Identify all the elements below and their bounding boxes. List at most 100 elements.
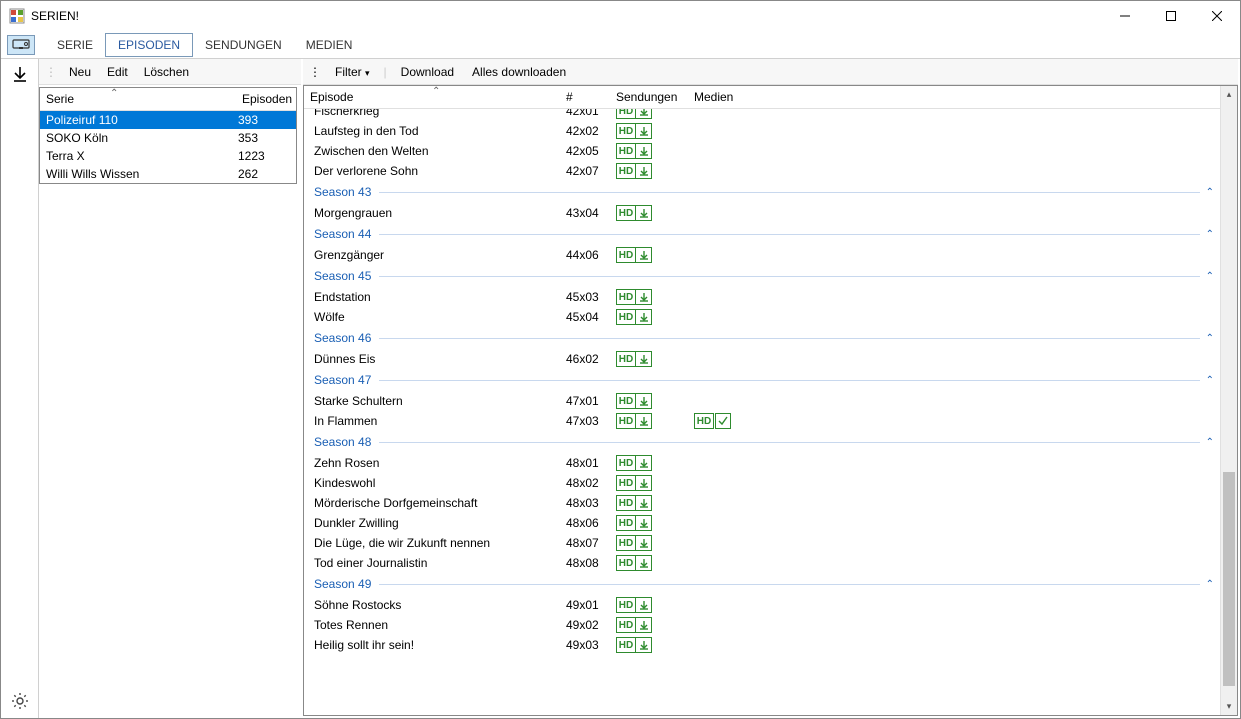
episode-row[interactable]: Der verlorene Sohn42x07HD (304, 161, 1220, 181)
scroll-up-button[interactable]: ▴ (1221, 86, 1237, 103)
season-header[interactable]: Season 47⌃ (304, 369, 1220, 391)
episode-row[interactable]: Dünnes Eis46x02HD (304, 349, 1220, 369)
episode-row[interactable]: Fischerkrieg42x01HD (304, 109, 1220, 121)
download-icon[interactable] (636, 309, 652, 325)
download-all-button[interactable]: Alles downloaden (468, 63, 570, 81)
scroll-thumb[interactable] (1223, 472, 1235, 686)
download-icon[interactable] (636, 393, 652, 409)
hd-badge: HD (616, 109, 636, 119)
download-icon[interactable] (636, 515, 652, 531)
loeschen-button[interactable]: Löschen (140, 63, 193, 81)
col-sendungen[interactable]: Sendungen (610, 86, 688, 108)
download-icon[interactable] (636, 597, 652, 613)
download-icon[interactable] (636, 413, 652, 429)
season-header[interactable]: Season 45⌃ (304, 265, 1220, 287)
episode-row[interactable]: Zwischen den Welten42x05HD (304, 141, 1220, 161)
hd-badge: HD (616, 393, 636, 409)
tab-serie[interactable]: SERIE (45, 34, 105, 56)
episode-row[interactable]: Heilig sollt ihr sein!49x03HD (304, 635, 1220, 655)
download-icon[interactable] (636, 163, 652, 179)
download-icon[interactable] (11, 65, 29, 83)
tab-episoden[interactable]: EPISODEN (105, 33, 193, 57)
episode-row[interactable]: Starke Schultern47x01HD (304, 391, 1220, 411)
episode-row[interactable]: Dunkler Zwilling48x06HD (304, 513, 1220, 533)
season-header[interactable]: Season 46⌃ (304, 327, 1220, 349)
download-icon[interactable] (636, 247, 652, 263)
filter-button[interactable]: Filter ▾ (331, 63, 374, 81)
neu-button[interactable]: Neu (65, 63, 95, 81)
episode-row[interactable]: Kindeswohl48x02HD (304, 473, 1220, 493)
download-icon[interactable] (636, 143, 652, 159)
download-icon[interactable] (636, 495, 652, 511)
season-header[interactable]: Season 43⌃ (304, 181, 1220, 203)
main-tabstrip: SERIE EPISODEN SENDUNGEN MEDIEN (1, 31, 1240, 59)
download-icon[interactable] (636, 535, 652, 551)
col-medien[interactable]: Medien (688, 86, 768, 108)
chevron-down-icon: ▾ (365, 68, 370, 78)
season-header[interactable]: Season 49⌃ (304, 573, 1220, 595)
settings-icon[interactable] (11, 692, 29, 710)
download-icon[interactable] (636, 289, 652, 305)
series-row[interactable]: SOKO Köln353 (40, 129, 296, 147)
manage-sources-button[interactable] (7, 35, 35, 55)
episode-number: 48x03 (566, 496, 616, 510)
chevron-up-icon: ⌃ (1206, 375, 1214, 386)
download-icon[interactable] (636, 455, 652, 471)
col-number[interactable]: # (560, 86, 610, 108)
edit-button[interactable]: Edit (103, 63, 132, 81)
download-icon[interactable] (636, 123, 652, 139)
close-button[interactable] (1194, 1, 1240, 31)
season-header[interactable]: Season 48⌃ (304, 431, 1220, 453)
episode-row[interactable]: Wölfe45x04HD (304, 307, 1220, 327)
download-icon[interactable] (636, 637, 652, 653)
left-icon-column (1, 59, 39, 718)
episode-number: 48x08 (566, 556, 616, 570)
scroll-down-button[interactable]: ▾ (1221, 698, 1237, 715)
episode-row[interactable]: Laufsteg in den Tod42x02HD (304, 121, 1220, 141)
episode-title: Fischerkrieg (310, 109, 566, 118)
episode-number: 48x01 (566, 456, 616, 470)
series-row[interactable]: Polizeiruf 110393 (40, 111, 296, 129)
episode-row[interactable]: Mörderische Dorfgemeinschaft48x03HD (304, 493, 1220, 513)
episode-row[interactable]: In Flammen47x03HDHD (304, 411, 1220, 431)
episode-row[interactable]: Totes Rennen49x02HD (304, 615, 1220, 635)
episode-row[interactable]: Morgengrauen43x04HD (304, 203, 1220, 223)
hd-badge: HD (616, 617, 636, 633)
series-row[interactable]: Terra X1223 (40, 147, 296, 165)
season-header[interactable]: Season 44⌃ (304, 223, 1220, 245)
series-panel: Serie Episoden ⌃ Polizeiruf 110393SOKO K… (39, 87, 297, 184)
scroll-track[interactable] (1221, 103, 1237, 698)
episode-row[interactable]: Tod einer Journalistin48x08HD (304, 553, 1220, 573)
col-serie[interactable]: Serie (40, 88, 236, 110)
episode-number: 42x02 (566, 124, 616, 138)
episode-sendungen: HD (616, 247, 694, 263)
episode-title: Endstation (310, 290, 566, 304)
episode-sendungen: HD (616, 413, 694, 429)
episode-row[interactable]: Söhne Rostocks49x01HD (304, 595, 1220, 615)
episode-title: Zwischen den Welten (310, 144, 566, 158)
episode-row[interactable]: Zehn Rosen48x01HD (304, 453, 1220, 473)
check-icon (715, 413, 731, 429)
tab-medien[interactable]: MEDIEN (294, 34, 365, 56)
col-episoden[interactable]: Episoden (236, 88, 296, 110)
download-button[interactable]: Download (397, 63, 458, 81)
tab-sendungen[interactable]: SENDUNGEN (193, 34, 294, 56)
download-icon[interactable] (636, 617, 652, 633)
download-icon[interactable] (636, 351, 652, 367)
download-icon[interactable] (636, 475, 652, 491)
download-icon[interactable] (636, 109, 652, 119)
episode-row[interactable]: Grenzgänger44x06HD (304, 245, 1220, 265)
minimize-button[interactable] (1102, 1, 1148, 31)
hd-badge: HD (616, 143, 636, 159)
episode-list[interactable]: Fischerkrieg42x01HDLaufsteg in den Tod42… (304, 109, 1220, 715)
hd-badge: HD (616, 289, 636, 305)
download-icon[interactable] (636, 555, 652, 571)
series-row[interactable]: Willi Wills Wissen262 (40, 165, 296, 183)
episode-row[interactable]: Endstation45x03HD (304, 287, 1220, 307)
series-list[interactable]: Polizeiruf 110393SOKO Köln353Terra X1223… (40, 111, 296, 183)
download-icon[interactable] (636, 205, 652, 221)
episode-row[interactable]: Die Lüge, die wir Zukunft nennen48x07HD (304, 533, 1220, 553)
vertical-scrollbar[interactable]: ▴ ▾ (1220, 86, 1237, 715)
episode-sendungen: HD (616, 289, 694, 305)
maximize-button[interactable] (1148, 1, 1194, 31)
